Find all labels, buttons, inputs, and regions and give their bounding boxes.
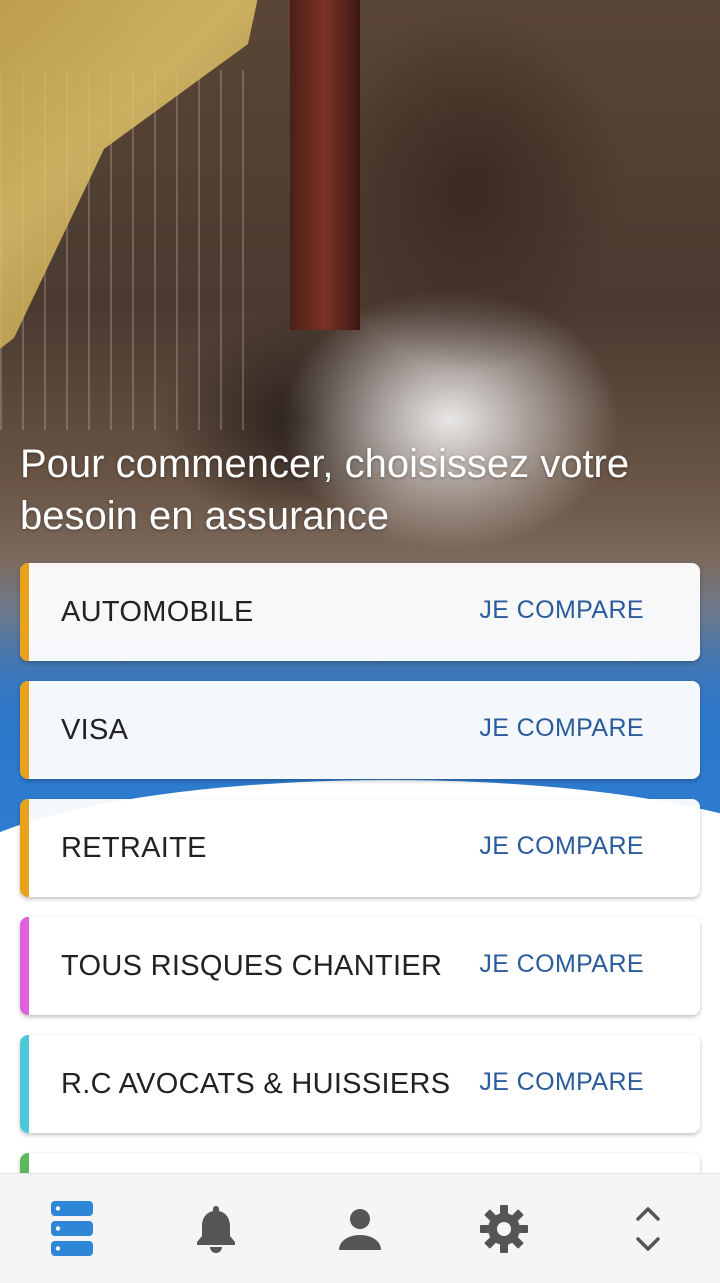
compare-button[interactable]: JE COMPARE xyxy=(479,681,644,775)
card-accent xyxy=(20,681,29,779)
card-accent xyxy=(20,1153,29,1173)
card-label: TOUS RISQUES CHANTIER xyxy=(61,950,443,982)
nav-notifications[interactable] xyxy=(176,1189,256,1269)
bottom-navigation xyxy=(0,1173,720,1283)
nav-settings[interactable] xyxy=(464,1189,544,1269)
card-accent xyxy=(20,799,29,897)
card-accent xyxy=(20,917,29,1015)
bell-icon xyxy=(197,1205,235,1253)
insurance-card-retraite[interactable]: RETRAITE JE COMPARE xyxy=(20,799,700,897)
compare-button[interactable]: JE COMPARE xyxy=(479,917,644,1011)
gear-icon xyxy=(480,1204,528,1253)
compare-button[interactable]: JE COMPARE xyxy=(479,1035,644,1129)
insurance-card-automobile[interactable]: AUTOMOBILE JE COMPARE xyxy=(20,563,700,661)
person-icon xyxy=(339,1208,381,1250)
card-label: RETRAITE xyxy=(61,832,207,864)
card-label: AUTOMOBILE xyxy=(61,596,254,628)
insurance-list: AUTOMOBILE JE COMPARE VISA JE COMPARE RE… xyxy=(20,563,700,1173)
insurance-card-partial[interactable] xyxy=(20,1153,700,1173)
insurance-card-visa[interactable]: VISA JE COMPARE xyxy=(20,681,700,779)
compare-button[interactable]: JE COMPARE xyxy=(479,563,644,657)
nav-list[interactable] xyxy=(32,1189,112,1269)
card-label: VISA xyxy=(61,714,129,746)
page-headline: Pour commencer, choisissez votre besoin … xyxy=(20,442,630,538)
card-accent xyxy=(20,563,29,661)
insurance-card-tous-risques-chantier[interactable]: TOUS RISQUES CHANTIER JE COMPARE xyxy=(20,917,700,1015)
nav-profile[interactable] xyxy=(320,1189,400,1269)
card-label: R.C AVOCATS & HUISSIERS xyxy=(61,1068,451,1100)
compare-button[interactable]: JE COMPARE xyxy=(479,799,644,893)
harp-pillar xyxy=(290,0,360,330)
nav-expand[interactable] xyxy=(608,1189,688,1269)
card-accent xyxy=(20,1035,29,1133)
chevron-up-down-icon xyxy=(636,1206,660,1251)
insurance-card-rc-avocats-huissiers[interactable]: R.C AVOCATS & HUISSIERS JE COMPARE xyxy=(20,1035,700,1133)
list-icon xyxy=(51,1200,93,1256)
